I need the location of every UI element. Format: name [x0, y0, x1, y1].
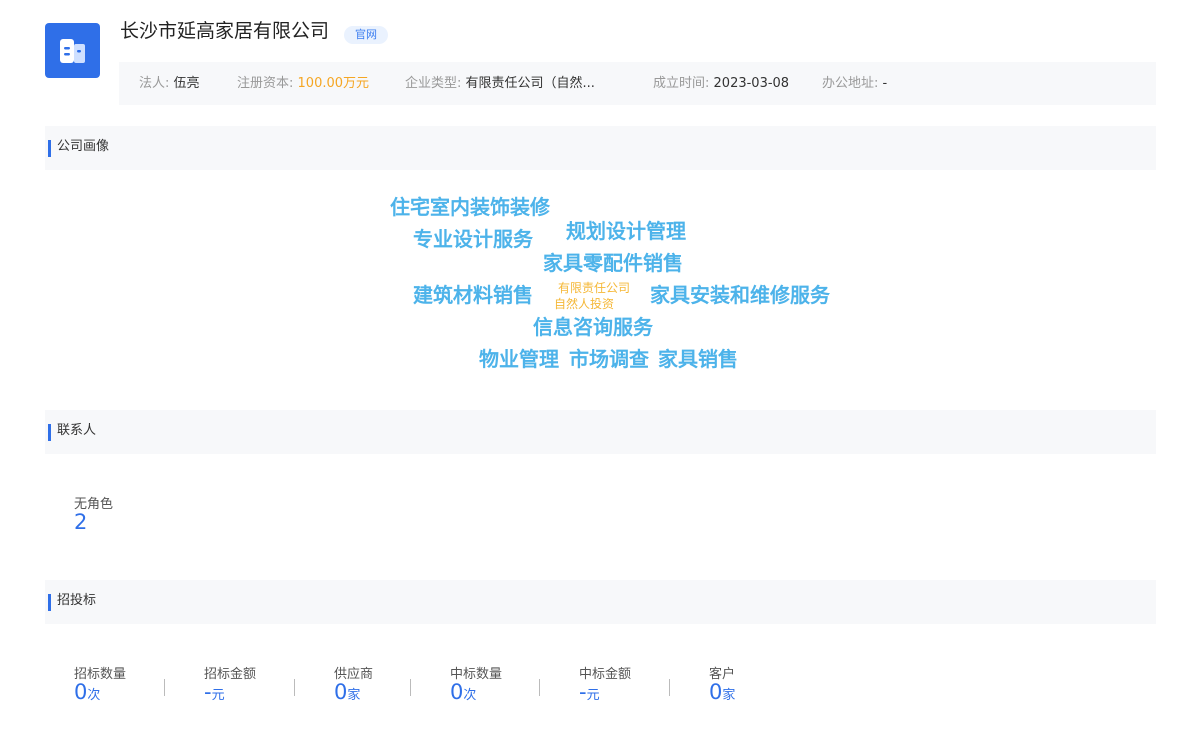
address-label: 办公地址:: [822, 76, 879, 91]
capital-label: 注册资本:: [237, 76, 294, 91]
tag-word: 专业设计服务: [413, 227, 533, 251]
stat-unit: 次: [87, 688, 101, 703]
stat-unit: 家: [347, 688, 361, 703]
section-accent-bar: [48, 424, 51, 441]
tag-word: 有限责任公司: [558, 281, 631, 295]
stat-unit: 元: [211, 688, 225, 703]
stat-divider: [539, 679, 540, 696]
stat-divider: [164, 679, 165, 696]
stat-number: 0: [709, 680, 723, 704]
capital-value: 100.00万元: [297, 76, 370, 91]
bidding-section-header: 招投标: [45, 580, 1156, 624]
stat-value[interactable]: 0次: [74, 680, 100, 704]
section-accent-bar: [48, 140, 51, 157]
stat-number: 0: [334, 680, 348, 704]
founded-label: 成立时间:: [653, 76, 710, 91]
stat-value[interactable]: -元: [579, 680, 600, 704]
address-value: -: [882, 76, 888, 91]
contacts-section-title: 联系人: [57, 423, 97, 438]
stat-number: -: [579, 680, 587, 704]
building-icon: [60, 39, 85, 63]
stat-divider: [294, 679, 295, 696]
founded-value: 2023-03-08: [713, 76, 790, 91]
stat-unit: 次: [463, 688, 477, 703]
tag-word: 家具销售: [658, 347, 738, 371]
stat-number: 0: [74, 680, 88, 704]
company-type: 企业类型: 有限责任公司（自然...: [405, 62, 595, 105]
legal-rep-label: 法人:: [139, 76, 170, 91]
portrait-section-header: 公司画像: [45, 126, 1156, 170]
tag-word: 自然人投资: [554, 297, 615, 311]
company-name: 长沙市延高家居有限公司: [120, 20, 330, 42]
contacts-section-header: 联系人: [45, 410, 1156, 454]
stat-value[interactable]: 0家: [709, 680, 735, 704]
stat-number: -: [204, 680, 212, 704]
portrait-section-title: 公司画像: [57, 139, 110, 154]
legal-rep-value[interactable]: 伍亮: [174, 76, 200, 91]
registered-capital: 注册资本: 100.00万元: [237, 62, 369, 105]
stat-number: 0: [450, 680, 464, 704]
tag-word: 家具零配件销售: [543, 251, 683, 275]
type-label: 企业类型:: [405, 76, 462, 91]
legal-rep: 法人: 伍亮: [139, 62, 200, 105]
stat-divider: [410, 679, 411, 696]
tag-word: 规划设计管理: [566, 219, 686, 243]
bidding-section-title: 招投标: [57, 593, 97, 608]
tag-word: 家具安装和维修服务: [650, 283, 830, 307]
role-count[interactable]: 2: [74, 510, 87, 534]
tag-word: 市场调查: [569, 347, 649, 371]
stat-unit: 家: [722, 688, 736, 703]
stat-unit: 元: [586, 688, 600, 703]
section-accent-bar: [48, 594, 51, 611]
company-logo: [45, 23, 100, 78]
office-address: 办公地址: -: [822, 62, 887, 105]
tag-word: 信息咨询服务: [533, 315, 653, 339]
founded-date: 成立时间: 2023-03-08: [653, 62, 789, 105]
tag-word: 住宅室内装饰装修: [390, 195, 550, 219]
tag-word: 物业管理: [479, 347, 559, 371]
stat-value[interactable]: 0次: [450, 680, 476, 704]
tag-word: 建筑材料销售: [413, 283, 533, 307]
stat-value[interactable]: -元: [204, 680, 225, 704]
type-value: 有限责任公司（自然...: [465, 76, 595, 91]
stat-value[interactable]: 0家: [334, 680, 360, 704]
official-site-badge[interactable]: 官网: [344, 26, 388, 44]
company-info-bar: 法人: 伍亮 注册资本: 100.00万元 企业类型: 有限责任公司（自然...…: [119, 62, 1156, 105]
stat-divider: [669, 679, 670, 696]
